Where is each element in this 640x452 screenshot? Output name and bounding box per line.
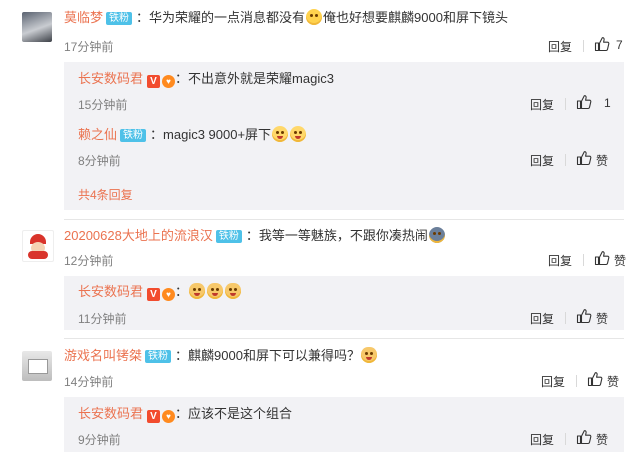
reply-button[interactable]: 回复 <box>530 431 554 448</box>
level-badge-icon: ♥ <box>162 75 176 88</box>
like-label[interactable]: 赞 <box>614 252 626 269</box>
timestamp: 17分钟前 <box>64 40 114 54</box>
like-label[interactable]: 赞 <box>596 152 608 169</box>
username[interactable]: 长安数码君 <box>78 71 143 86</box>
thumbs-up-icon[interactable] <box>576 429 592 445</box>
fan-badge[interactable]: 铁粉 <box>106 12 133 25</box>
reply-button[interactable]: 回复 <box>548 38 572 55</box>
like-count: 1 <box>604 96 611 110</box>
dog-emoji-icon <box>225 283 242 299</box>
shocked-emoji-icon <box>428 227 445 243</box>
verified-v-icon: V <box>147 288 161 301</box>
verified-v-icon: V <box>147 75 161 88</box>
divider <box>64 338 624 339</box>
divider <box>565 312 566 324</box>
reply-text: 不出意外就是荣耀magic3 <box>188 71 334 86</box>
dog-emoji-icon <box>360 347 377 363</box>
timestamp: 12分钟前 <box>64 254 114 268</box>
thumbs-up-icon[interactable] <box>587 371 603 387</box>
timestamp: 11分钟前 <box>78 312 127 326</box>
username[interactable]: 20200628大地上的流浪汉 <box>64 228 213 243</box>
thumbs-up-icon[interactable] <box>576 150 592 166</box>
reply-list: 长安数码君 V ♥ ：不出意外就是荣耀magic3 15分钟前 回复 1 赖之仙 铁粉：… <box>64 62 624 210</box>
thumbs-up-icon[interactable] <box>576 308 592 324</box>
sleepy-emoji-icon <box>306 9 323 25</box>
timestamp: 15分钟前 <box>78 98 128 112</box>
reply-button[interactable]: 回复 <box>530 310 554 327</box>
thumbs-up-icon[interactable] <box>594 36 610 52</box>
reply-list: 长安数码君 V ♥ ：应该不是这个组合 9分钟前 回复 赞 <box>64 397 624 452</box>
timestamp: 8分钟前 <box>78 154 121 168</box>
reply-text: magic3 9000+屏下 <box>163 127 272 142</box>
level-badge-icon: ♥ <box>162 288 176 301</box>
shy-emoji-icon <box>272 126 289 142</box>
username[interactable]: 游戏名叫铐桀 <box>64 348 142 363</box>
level-badge-icon: ♥ <box>162 410 176 423</box>
username[interactable]: 长安数码君 <box>78 284 143 299</box>
reply-text: 应该不是这个组合 <box>188 406 293 421</box>
divider <box>565 98 566 110</box>
comment-text: 麒麟9000和屏下可以兼得吗？ <box>188 348 360 363</box>
timestamp: 14分钟前 <box>64 375 114 389</box>
reply-list: 长安数码君 V ♥： 11分钟前 回复 赞 <box>64 276 624 330</box>
reply-button[interactable]: 回复 <box>530 152 554 169</box>
dog-emoji-icon <box>207 283 224 299</box>
shy-emoji-icon <box>290 126 307 142</box>
divider <box>583 40 584 52</box>
username[interactable]: 莫临梦 <box>64 10 103 25</box>
comment-text: 我等一等魅族，不跟你凑热闹 <box>258 228 428 243</box>
fan-badge[interactable]: 铁粉 <box>145 350 172 363</box>
divider <box>64 219 624 220</box>
comment-text: 俺也好想要麒麟9000和屏下镜头 <box>323 10 508 25</box>
like-label[interactable]: 赞 <box>607 373 619 390</box>
username[interactable]: 赖之仙 <box>78 127 117 142</box>
dog-emoji-icon <box>189 283 206 299</box>
divider <box>576 375 577 387</box>
like-label[interactable]: 赞 <box>596 310 608 327</box>
divider <box>565 433 566 445</box>
verified-v-icon: V <box>147 410 161 423</box>
avatar[interactable] <box>22 12 52 42</box>
divider <box>565 154 566 166</box>
divider <box>583 254 584 266</box>
username[interactable]: 长安数码君 <box>78 406 143 421</box>
timestamp: 9分钟前 <box>78 433 121 447</box>
avatar[interactable] <box>22 230 54 262</box>
like-label[interactable]: 赞 <box>596 431 608 448</box>
reply-button[interactable]: 回复 <box>548 252 572 269</box>
comment-text: 华为荣耀的一点消息都没有 <box>149 10 306 25</box>
fan-badge[interactable]: 铁粉 <box>120 129 147 142</box>
reply-button[interactable]: 回复 <box>541 373 565 390</box>
thumbs-up-icon[interactable] <box>576 94 592 110</box>
like-count: 7 <box>616 38 623 52</box>
view-more-replies-link[interactable]: 共4条回复 <box>78 186 133 203</box>
avatar[interactable] <box>22 351 52 381</box>
reply-button[interactable]: 回复 <box>530 96 554 113</box>
thumbs-up-icon[interactable] <box>594 250 610 266</box>
fan-badge[interactable]: 铁粉 <box>215 230 242 243</box>
